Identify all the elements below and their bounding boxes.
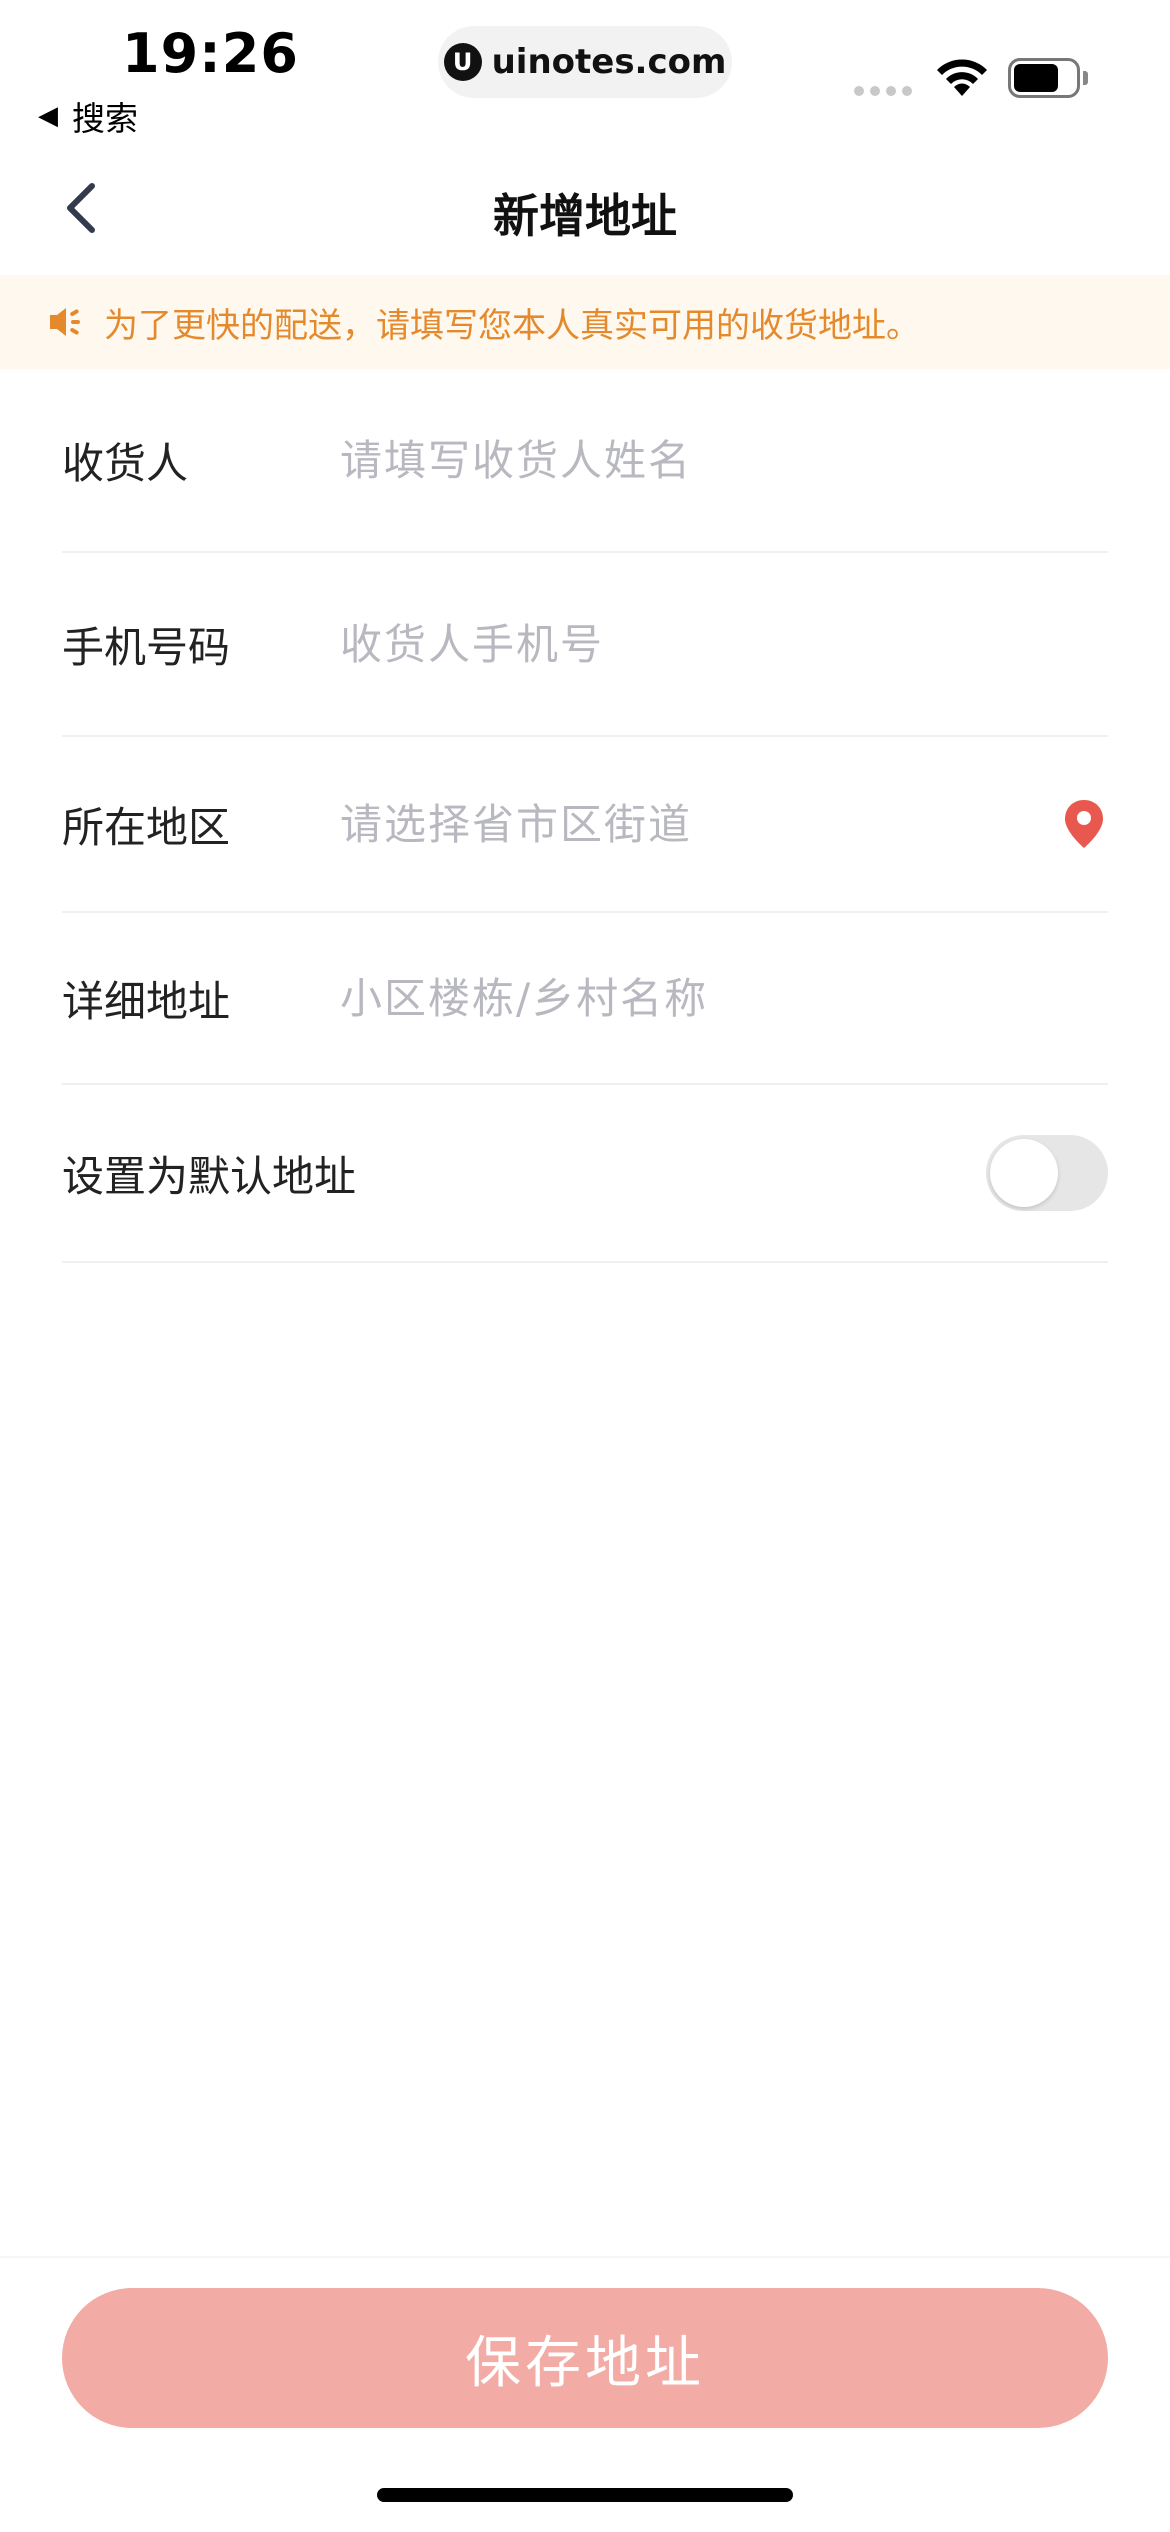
phone-input[interactable]	[340, 619, 1108, 669]
save-address-button[interactable]: 保存地址	[62, 2288, 1108, 2428]
status-bar: 19:26 ◀ 搜索 U uinotes.com	[0, 0, 1170, 140]
signal-icon	[854, 86, 912, 96]
battery-icon	[1008, 58, 1088, 98]
location-pin-icon[interactable]	[1062, 798, 1106, 850]
default-address-label: 设置为默认地址	[62, 1151, 357, 1201]
wifi-icon	[937, 59, 987, 96]
back-app-label: 搜索	[72, 99, 138, 138]
notice-text: 为了更快的配送，请填写您本人真实可用的收货地址。	[104, 305, 920, 346]
notice-banner: 为了更快的配送，请填写您本人真实可用的收货地址。	[0, 275, 1170, 369]
speaker-icon	[50, 308, 80, 336]
phone-row: 手机号码	[62, 553, 1108, 737]
region-row[interactable]: 所在地区	[62, 737, 1108, 913]
back-to-app-link[interactable]: ◀ 搜索	[38, 92, 138, 140]
region-label: 所在地区	[62, 802, 231, 852]
default-address-row: 设置为默认地址	[62, 1085, 1108, 1263]
detail-row: 详细地址	[62, 913, 1108, 1085]
bottom-bar: 保存地址	[0, 2256, 1170, 2532]
nav-bar: 新增地址	[0, 140, 1170, 275]
page-title: 新增地址	[493, 189, 677, 243]
receiver-label: 收货人	[62, 438, 189, 488]
detail-label: 详细地址	[62, 976, 231, 1026]
site-logo-icon: U	[443, 43, 482, 81]
receiver-row: 收货人	[62, 369, 1108, 553]
detail-input[interactable]	[340, 973, 1108, 1023]
default-address-toggle[interactable]	[986, 1135, 1108, 1211]
receiver-input[interactable]	[340, 435, 1108, 485]
home-indicator	[377, 2488, 793, 2502]
url-pill[interactable]: U uinotes.com	[438, 26, 732, 98]
status-time: 19:26	[122, 22, 299, 85]
back-triangle-icon: ◀	[38, 101, 58, 131]
toggle-knob	[990, 1139, 1058, 1207]
region-input[interactable]	[340, 799, 1062, 849]
url-text: uinotes.com	[491, 42, 727, 82]
add-address-page: 19:26 ◀ 搜索 U uinotes.com 新增地址 为了更快的配送，请填…	[0, 0, 1170, 2532]
phone-label: 手机号码	[62, 622, 231, 672]
